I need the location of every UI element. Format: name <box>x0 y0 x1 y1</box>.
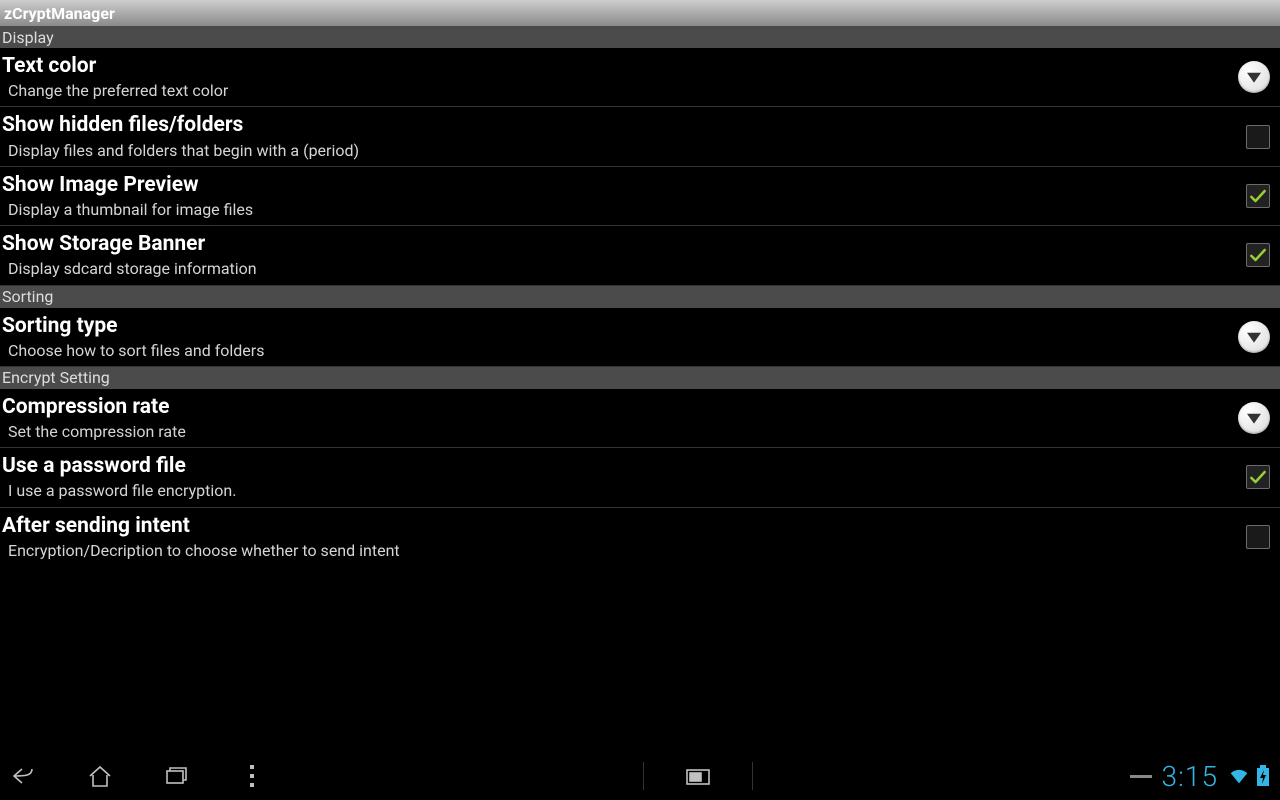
pref-text-container: After sending intent Encryption/Decripti… <box>2 514 1236 560</box>
pref-summary: Change the preferred text color <box>2 81 1228 100</box>
pref-control-dropdown[interactable] <box>1238 402 1270 434</box>
section-header-sorting-text: Sorting <box>2 287 53 306</box>
pref-summary: Display files and folders that begin wit… <box>2 141 1236 160</box>
battery-charging-icon <box>1256 765 1270 787</box>
section-header-encrypt: Encrypt Setting <box>0 367 1280 389</box>
pref-summary: Encryption/Decription to choose whether … <box>2 541 1236 560</box>
navbar-center <box>306 762 1090 790</box>
pref-text-container: Show hidden files/folders Display files … <box>2 113 1236 159</box>
app-root: zCryptManager Display Text color Change … <box>0 0 1280 800</box>
pref-title: Show Image Preview <box>2 173 1236 198</box>
clock: 3:15 <box>1162 760 1218 793</box>
checkbox-icon <box>1246 184 1270 208</box>
checkbox-icon <box>1246 125 1270 149</box>
back-button[interactable] <box>10 762 38 790</box>
pref-text-container: Sorting type Choose how to sort files an… <box>2 314 1228 360</box>
pref-title: Compression rate <box>2 395 1228 420</box>
app-title: zCryptManager <box>4 4 115 23</box>
section-header-display-text: Display <box>2 28 54 47</box>
pref-text-container: Compression rate Set the compression rat… <box>2 395 1228 441</box>
more-options-button[interactable] <box>238 762 266 790</box>
pref-control-dropdown[interactable] <box>1238 61 1270 93</box>
wifi-icon <box>1228 765 1250 787</box>
pref-sorting-type[interactable]: Sorting type Choose how to sort files an… <box>0 308 1280 367</box>
dropdown-icon <box>1238 402 1270 434</box>
pref-show-hidden[interactable]: Show hidden files/folders Display files … <box>0 107 1280 166</box>
pref-title: Show Storage Banner <box>2 232 1236 257</box>
pref-compression-rate[interactable]: Compression rate Set the compression rat… <box>0 389 1280 448</box>
pref-summary: Choose how to sort files and folders <box>2 341 1228 360</box>
titlebar: zCryptManager <box>0 0 1280 26</box>
pref-summary: Display sdcard storage information <box>2 259 1236 278</box>
pref-title: Use a password file <box>2 454 1236 479</box>
home-button[interactable] <box>86 762 114 790</box>
pref-text-container: Use a password file I use a password fil… <box>2 454 1236 500</box>
pref-title: Show hidden files/folders <box>2 113 1236 138</box>
status-icons <box>1228 765 1270 787</box>
pref-summary: Set the compression rate <box>2 422 1228 441</box>
pref-control-checkbox[interactable] <box>1246 525 1270 549</box>
notification-minimize-icon <box>1130 775 1152 778</box>
checkbox-icon <box>1246 525 1270 549</box>
dropdown-icon <box>1238 321 1270 353</box>
checkbox-icon <box>1246 465 1270 489</box>
pref-control-checkbox[interactable] <box>1246 125 1270 149</box>
pref-title: After sending intent <box>2 514 1236 539</box>
more-dots-icon <box>238 762 266 790</box>
screenshot-button[interactable] <box>684 762 712 790</box>
nav-separator <box>752 762 753 790</box>
navbar-right[interactable]: 3:15 <box>1130 760 1270 793</box>
dropdown-icon <box>1238 61 1270 93</box>
navbar-left <box>10 762 266 790</box>
system-navbar: 3:15 <box>0 752 1280 800</box>
pref-title: Sorting type <box>2 314 1228 339</box>
pref-summary: Display a thumbnail for image files <box>2 200 1236 219</box>
pref-image-preview[interactable]: Show Image Preview Display a thumbnail f… <box>0 167 1280 226</box>
pref-control-checkbox[interactable] <box>1246 465 1270 489</box>
pref-storage-banner[interactable]: Show Storage Banner Display sdcard stora… <box>0 226 1280 285</box>
pref-title: Text color <box>2 54 1228 79</box>
pref-text-container: Show Image Preview Display a thumbnail f… <box>2 173 1236 219</box>
section-header-display: Display <box>0 26 1280 48</box>
pref-summary: I use a password file encryption. <box>2 481 1236 500</box>
recent-apps-button[interactable] <box>162 762 190 790</box>
preferences-list: Display Text color Change the preferred … <box>0 26 1280 752</box>
section-header-sorting: Sorting <box>0 286 1280 308</box>
pref-control-checkbox[interactable] <box>1246 243 1270 267</box>
pref-after-sending-intent[interactable]: After sending intent Encryption/Decripti… <box>0 508 1280 566</box>
checkbox-icon <box>1246 243 1270 267</box>
section-header-encrypt-text: Encrypt Setting <box>2 368 110 387</box>
nav-separator <box>643 762 644 790</box>
pref-text-container: Text color Change the preferred text col… <box>2 54 1228 100</box>
pref-use-password-file[interactable]: Use a password file I use a password fil… <box>0 448 1280 507</box>
pref-text-container: Show Storage Banner Display sdcard stora… <box>2 232 1236 278</box>
pref-control-dropdown[interactable] <box>1238 321 1270 353</box>
pref-text-color[interactable]: Text color Change the preferred text col… <box>0 48 1280 107</box>
pref-control-checkbox[interactable] <box>1246 184 1270 208</box>
